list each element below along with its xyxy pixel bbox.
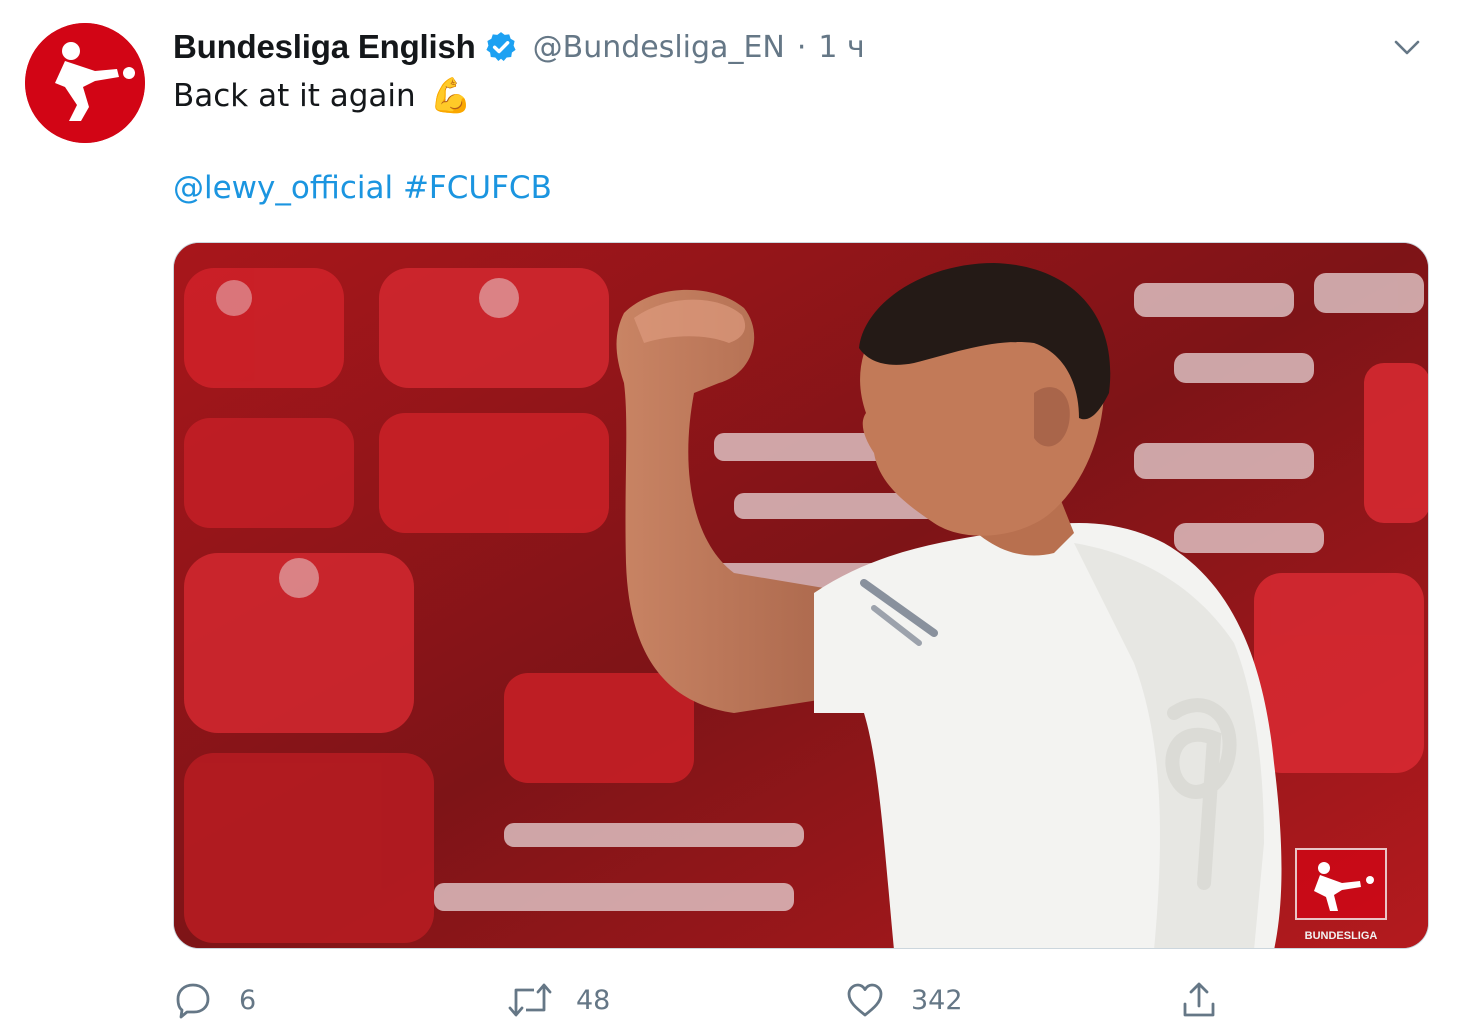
retweet-arrows-icon (508, 983, 552, 1017)
author-name[interactable]: Bundesliga English (173, 28, 476, 66)
retweet-button[interactable]: 48 (506, 975, 610, 1025)
tweet-text-body: Back at it again (173, 78, 416, 114)
bundesliga-logo-icon (25, 23, 145, 143)
verified-badge-icon (484, 30, 518, 64)
heart-outline-icon (847, 983, 883, 1017)
retweet-count: 48 (576, 984, 611, 1016)
author-handle[interactable]: @Bundesliga_EN (533, 30, 785, 65)
share-button[interactable] (1179, 975, 1219, 1025)
profile-avatar[interactable] (25, 23, 145, 143)
like-count: 342 (911, 984, 963, 1016)
reply-button[interactable]: 6 (173, 975, 256, 1025)
reply-count: 6 (239, 984, 257, 1016)
chevron-down-icon[interactable] (1392, 32, 1422, 62)
tweet-actions: 6 48 342 (173, 975, 1233, 1025)
reply-bubble-icon (176, 983, 210, 1019)
flexed-biceps-emoji: 💪 (429, 76, 473, 116)
tweet-media-photo[interactable]: BUNDESLIGA (173, 242, 1429, 949)
tweet-tags: @lewy_official #FCUFCB (173, 170, 552, 206)
tweet-timestamp[interactable]: 1 ч (818, 30, 864, 65)
watermark-text: BUNDESLIGA (1305, 930, 1378, 942)
mention-link[interactable]: @lewy_official (173, 170, 393, 206)
player-celebration-photo: BUNDESLIGA (174, 243, 1428, 948)
separator-dot: · (796, 29, 807, 65)
hashtag-link[interactable]: #FCUFCB (403, 170, 552, 206)
tweet-header: Bundesliga English @Bundesliga_EN · 1 ч (173, 24, 865, 70)
share-upload-icon (1183, 982, 1215, 1017)
like-button[interactable]: 342 (845, 975, 963, 1025)
tweet-text: Back at it again 💪 (173, 76, 472, 116)
